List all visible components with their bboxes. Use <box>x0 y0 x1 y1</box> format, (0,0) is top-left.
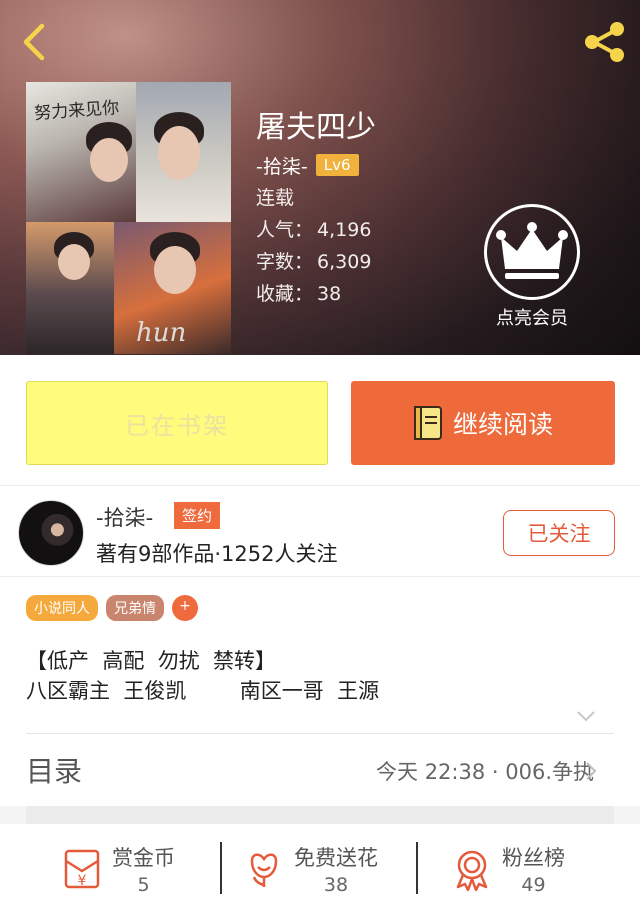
stat-label: 人气： <box>256 219 314 241</box>
header-author-row[interactable]: -拾柒- Lv6 <box>256 150 359 180</box>
send-flower-label: 免费送花 <box>294 846 378 870</box>
stat-label: 收藏： <box>256 283 314 305</box>
toc-label: 目录 <box>26 755 83 788</box>
crown-icon <box>496 222 568 279</box>
share-icon <box>585 22 624 62</box>
cover-figure-face <box>158 126 200 180</box>
chevron-right-icon <box>586 762 597 780</box>
author-avatar[interactable] <box>18 500 84 566</box>
description-line-1: 【低产 高配 勿扰 禁转】 <box>26 649 277 673</box>
divider <box>220 842 222 894</box>
author-section: -拾柒- 签约 著有9部作品·1252人关注 已关注 <box>0 485 640 577</box>
chevron-left-icon <box>23 23 45 61</box>
ribbon-medal-icon <box>456 850 488 891</box>
add-tag-button[interactable]: + <box>172 595 198 621</box>
fan-ranking-label: 粉丝榜 <box>502 846 565 870</box>
tag-brotherhood[interactable]: 兄弟情 <box>106 595 164 621</box>
flower-count: 38 <box>323 874 349 896</box>
author-name[interactable]: -拾柒- <box>96 502 153 532</box>
book-icon <box>413 406 442 440</box>
book-title: 屠夫四少 <box>256 110 376 145</box>
stat-value: 38 <box>317 283 342 305</box>
fan-ranking-button[interactable]: 粉丝榜 49 <box>450 834 565 904</box>
serial-status: 连载 <box>256 187 295 209</box>
svg-text:¥: ¥ <box>78 873 87 889</box>
cover-figure-face <box>58 244 90 280</box>
header-author-name[interactable]: -拾柒- <box>256 152 308 179</box>
continue-reading-button[interactable]: 继续阅读 <box>351 381 615 465</box>
latest-chapter: 今天 22:38 · 006.争执 <box>376 760 594 784</box>
reward-coin-icon: ¥ <box>64 849 100 889</box>
tag-list: 小说同人 兄弟情 + <box>26 595 198 621</box>
author-info: 著有9部作品·1252人关注 <box>96 542 338 566</box>
reward-coin-count: 5 <box>137 874 150 896</box>
bottom-action-bar: ¥ 赏金币 5 免费送花 38 粉丝榜 49 <box>0 824 640 912</box>
action-bar: 已在书架 继续阅读 <box>0 355 640 485</box>
description-line-2: 八区霸主 王俊凯 南区一哥 王源 <box>26 679 380 703</box>
reward-coin-label: 赏金币 <box>112 846 175 870</box>
share-button[interactable] <box>580 20 628 64</box>
word-count-stat: 字数： 6,309 <box>256 247 371 274</box>
cover-figure-face <box>90 138 128 182</box>
send-flower-button[interactable]: 免费送花 38 <box>242 834 378 904</box>
book-header: 努力来见你 hun 屠夫四少 -拾柒- Lv6 连载 人气： 4,196 字数： 6… <box>0 0 640 355</box>
back-button[interactable] <box>16 20 56 64</box>
book-cover[interactable]: 努力来见你 hun <box>26 82 231 354</box>
favorites-stat: 收藏： 38 <box>256 279 341 306</box>
continue-reading-label: 继续阅读 <box>452 410 553 439</box>
stat-value: 4,196 <box>317 219 372 241</box>
on-shelf-button[interactable]: 已在书架 <box>26 381 328 465</box>
following-button[interactable]: 已关注 <box>503 510 615 556</box>
table-of-contents-row[interactable]: 目录 今天 22:38 · 006.争执 <box>0 734 640 806</box>
reward-coin-button[interactable]: ¥ 赏金币 5 <box>60 834 175 904</box>
flower-icon <box>250 853 278 887</box>
expand-chevron-down-icon[interactable] <box>576 709 596 723</box>
stat-label: 字数： <box>256 251 314 273</box>
section-gap <box>26 806 614 824</box>
cover-figure-face <box>154 246 196 294</box>
popularity-stat: 人气： 4,196 <box>256 215 371 242</box>
signed-badge: 签约 <box>174 502 221 529</box>
fan-ranking-count: 49 <box>521 874 546 896</box>
level-badge: Lv6 <box>315 154 359 176</box>
tag-fanfiction[interactable]: 小说同人 <box>26 595 98 621</box>
book-description: 小说同人 兄弟情 + 【低产 高配 勿扰 禁转】 八区霸主 王俊凯 南区一哥 王… <box>0 577 640 734</box>
stat-value: 6,309 <box>317 251 372 273</box>
divider <box>416 842 418 894</box>
cover-signature-text: hun <box>136 318 187 348</box>
vip-label[interactable]: 点亮会员 <box>478 304 586 330</box>
vip-button[interactable] <box>484 204 580 300</box>
